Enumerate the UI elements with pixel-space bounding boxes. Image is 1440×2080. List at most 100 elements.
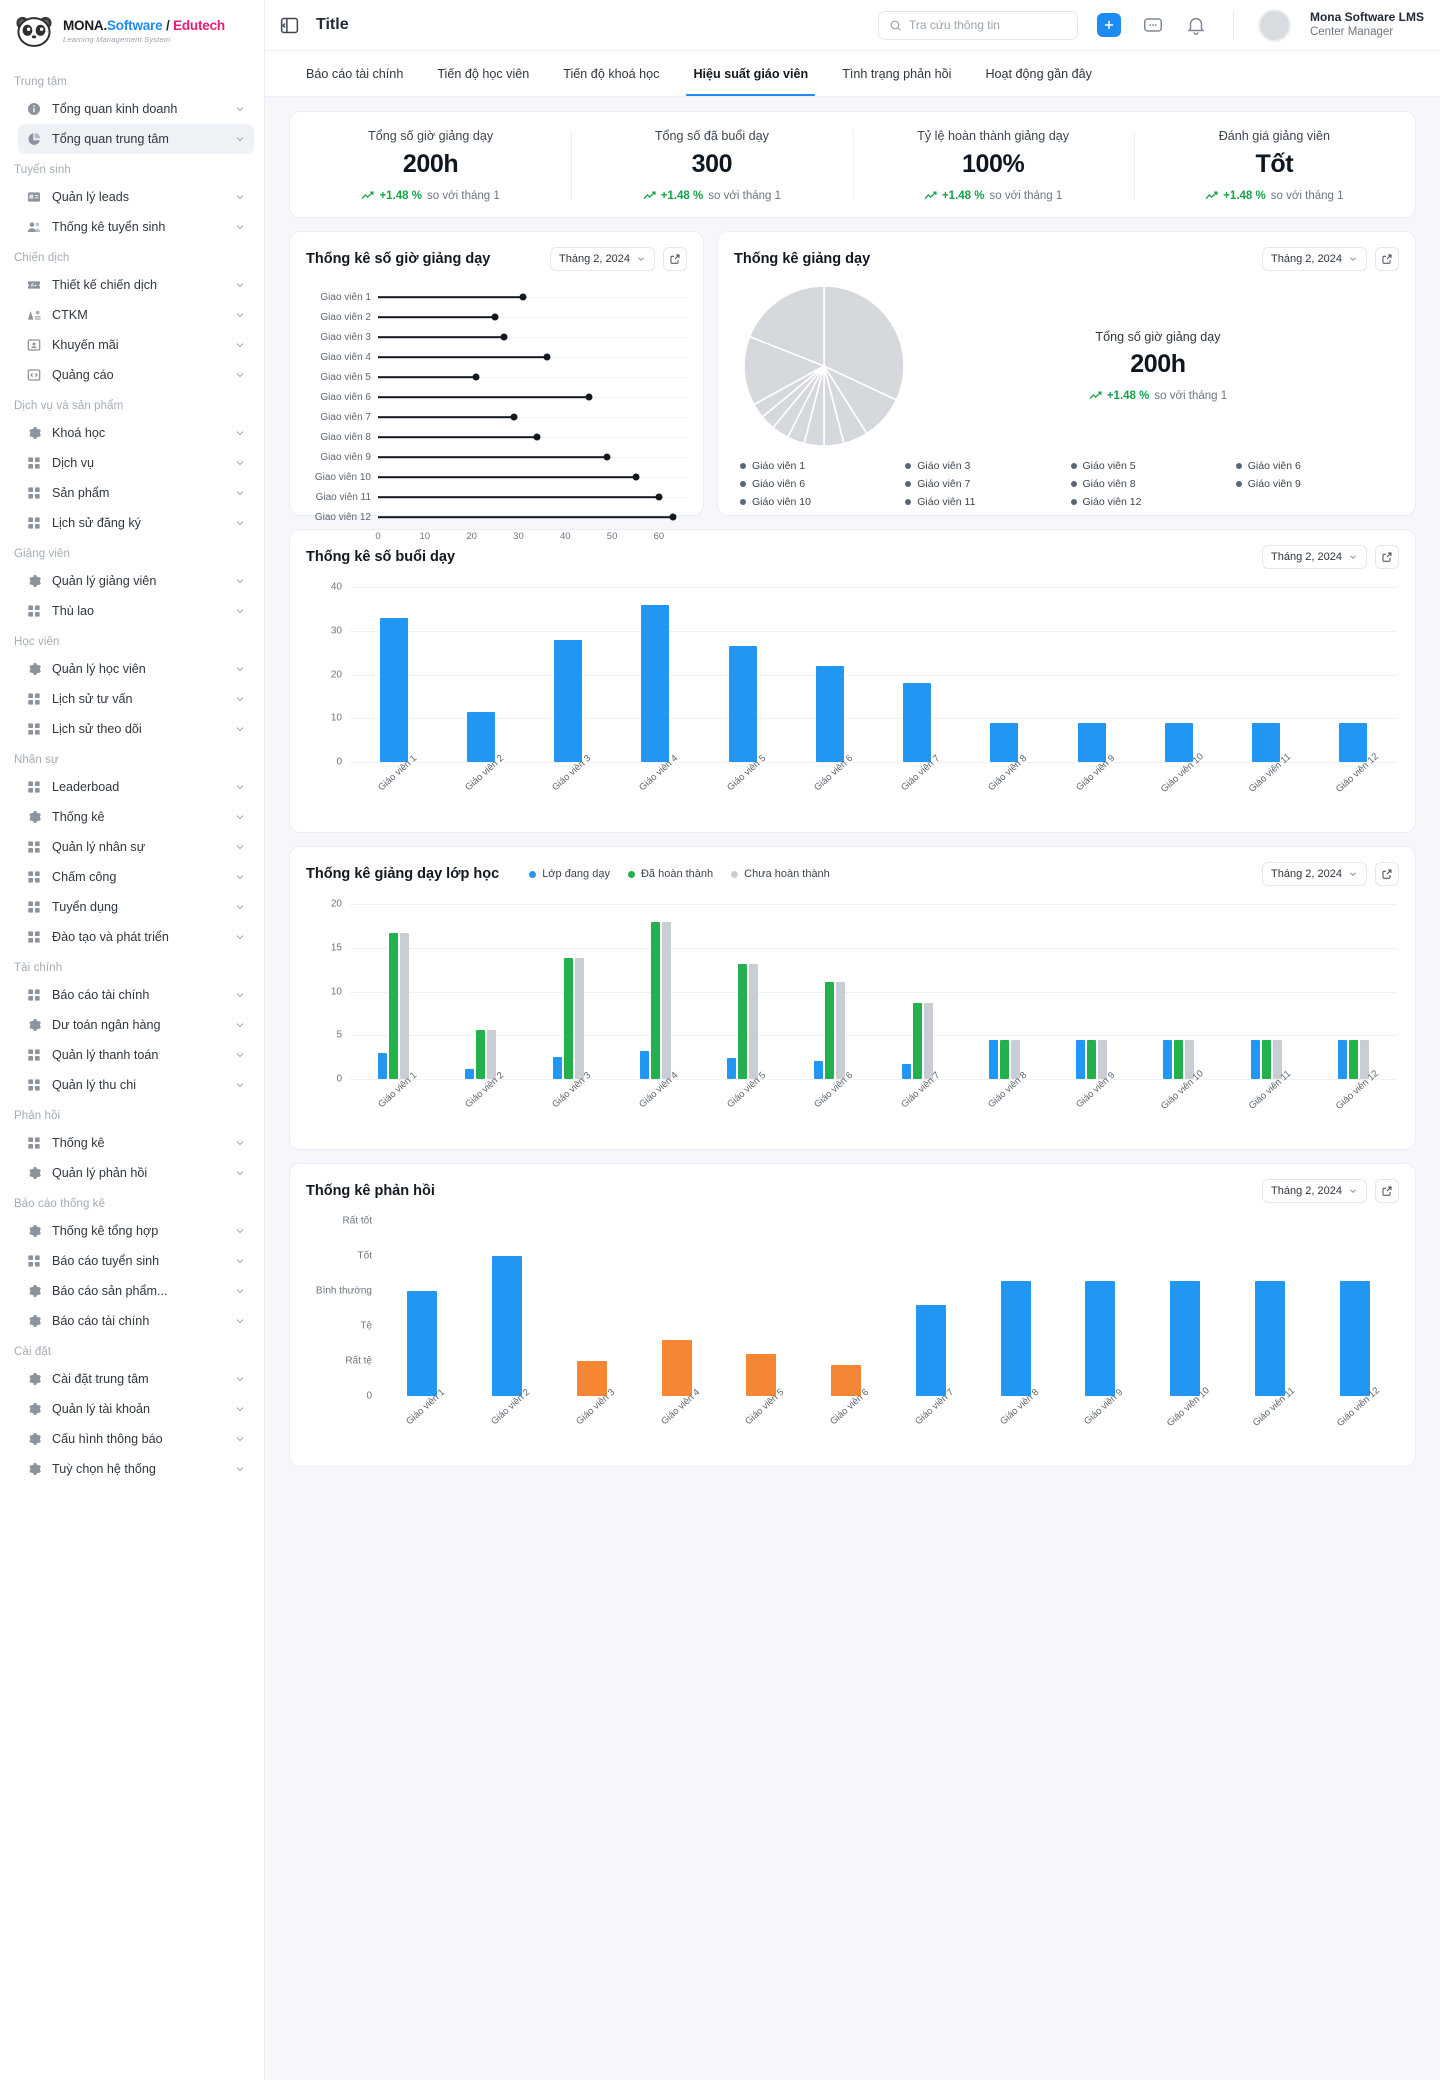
chevron-down-icon[interactable] <box>234 575 246 587</box>
month-selector-sessions[interactable]: Tháng 2, 2024 <box>1262 545 1367 569</box>
export-button-pie[interactable] <box>1375 247 1399 271</box>
bar[interactable] <box>661 1340 692 1396</box>
bar[interactable] <box>552 1057 562 1079</box>
user-info[interactable]: Mona Software LMS Center Manager <box>1310 9 1424 41</box>
month-selector-feedback[interactable]: Tháng 2, 2024 <box>1262 1179 1367 1203</box>
bar[interactable] <box>379 617 408 762</box>
sidebar-item-ch-m-c-ng[interactable]: Chấm công <box>18 862 254 892</box>
chevron-down-icon[interactable] <box>234 989 246 1001</box>
bar[interactable] <box>1339 1280 1370 1396</box>
tab-t-nh-tr-ng-ph-n-h-i[interactable]: Tình trạng phản hồi <box>825 51 968 96</box>
bar[interactable] <box>727 1058 737 1079</box>
collapse-sidebar-icon[interactable] <box>279 15 300 36</box>
chevron-down-icon[interactable] <box>234 781 246 793</box>
bar[interactable] <box>378 1052 388 1079</box>
sidebar-item-th-ng-k-tuy-n-sinh[interactable]: Thống kê tuyển sinh <box>18 212 254 242</box>
tab-b-o-c-o-t-i-ch-nh[interactable]: Báo cáo tài chính <box>289 51 420 96</box>
chevron-down-icon[interactable] <box>234 1315 246 1327</box>
sidebar-item-t-ng-quan-trung-t-m[interactable]: Tổng quan trung tâm <box>18 124 254 154</box>
messages-button[interactable] <box>1142 14 1164 36</box>
sidebar-item-thi-t-k-chi-n-d-ch[interactable]: A+ Thiết kế chiến dịch <box>18 270 254 300</box>
bar[interactable] <box>1261 1039 1271 1079</box>
bar[interactable] <box>389 932 399 1079</box>
tab-ti-n-h-c-vi-n[interactable]: Tiến độ học viên <box>420 51 546 96</box>
bar[interactable] <box>825 981 835 1079</box>
pie-legend-item[interactable]: Giáo viên 3 <box>905 460 1066 472</box>
bar[interactable] <box>554 639 583 762</box>
bar[interactable] <box>1254 1280 1285 1396</box>
export-button-hours[interactable] <box>663 247 687 271</box>
bar[interactable] <box>814 1060 824 1079</box>
export-button-feedback[interactable] <box>1375 1179 1399 1203</box>
sidebar-item-kho-h-c[interactable]: Khoá học <box>18 418 254 448</box>
sidebar-item-b-o-c-o-tuy-n-sinh[interactable]: Báo cáo tuyển sinh <box>18 1246 254 1276</box>
bar[interactable] <box>639 1051 649 1079</box>
chevron-down-icon[interactable] <box>234 339 246 351</box>
chevron-down-icon[interactable] <box>234 871 246 883</box>
bar[interactable] <box>1174 1039 1184 1079</box>
bar[interactable] <box>465 1068 475 1079</box>
bar[interactable] <box>1348 1039 1358 1079</box>
chevron-down-icon[interactable] <box>234 1463 246 1475</box>
chevron-down-icon[interactable] <box>234 1373 246 1385</box>
bar[interactable] <box>1087 1039 1097 1079</box>
chevron-down-icon[interactable] <box>234 931 246 943</box>
bar[interactable] <box>1085 1280 1116 1396</box>
bar[interactable] <box>574 958 584 1079</box>
bar[interactable] <box>923 1002 933 1079</box>
bar[interactable] <box>999 1039 1009 1079</box>
bar[interactable] <box>650 921 660 1079</box>
pie-legend-item[interactable]: Giáo viên 8 <box>1070 478 1232 490</box>
sidebar-item-l-ch-s-t-v-n[interactable]: Lịch sử tư vấn <box>18 684 254 714</box>
export-button-class[interactable] <box>1375 862 1399 886</box>
brand-logo[interactable]: MONA.Software / Edutech Learning Managem… <box>0 0 264 60</box>
bar[interactable] <box>407 1291 438 1396</box>
chevron-down-icon[interactable] <box>234 663 246 675</box>
sidebar-item-ctkm[interactable]: CTKM <box>18 300 254 330</box>
bar[interactable] <box>1252 722 1281 762</box>
chevron-down-icon[interactable] <box>234 221 246 233</box>
bar[interactable] <box>1163 1039 1173 1079</box>
bar[interactable] <box>915 1305 946 1396</box>
sidebar-item-khuy-n-m-i[interactable]: Khuyến mãi <box>18 330 254 360</box>
bar[interactable] <box>912 1002 922 1079</box>
avatar[interactable] <box>1257 8 1291 42</box>
sidebar-item-b-o-c-o-t-i-ch-nh[interactable]: Báo cáo tài chính <box>18 1306 254 1336</box>
month-selector-hours[interactable]: Tháng 2, 2024 <box>550 247 655 271</box>
chevron-down-icon[interactable] <box>234 901 246 913</box>
pie-legend-item[interactable]: Giáo viên 11 <box>905 496 1066 508</box>
chevron-down-icon[interactable] <box>234 723 246 735</box>
sidebar-item-o-t-o-v-ph-t-tri-n[interactable]: Đào tạo và phát triển <box>18 922 254 952</box>
bar[interactable] <box>746 1354 777 1396</box>
chevron-down-icon[interactable] <box>234 811 246 823</box>
bar[interactable] <box>901 1064 911 1079</box>
chevron-down-icon[interactable] <box>234 693 246 705</box>
sidebar-item-qu-n-l-ph-n-h-i[interactable]: Quản lý phản hồi <box>18 1158 254 1188</box>
pie-legend-item[interactable]: Giáo viên 5 <box>1070 460 1232 472</box>
chevron-down-icon[interactable] <box>234 133 246 145</box>
chevron-down-icon[interactable] <box>234 1225 246 1237</box>
bar[interactable] <box>903 683 932 762</box>
sidebar-item-t-ng-quan-kinh-doanh[interactable]: Tổng quan kinh doanh <box>18 94 254 124</box>
bar[interactable] <box>1170 1280 1201 1396</box>
chevron-down-icon[interactable] <box>234 457 246 469</box>
sidebar-item-th-lao[interactable]: Thù lao <box>18 596 254 626</box>
pie-legend-item[interactable]: Giáo viên 6 <box>740 478 901 490</box>
legend-item[interactable]: Đã hoàn thành <box>627 868 713 880</box>
sidebar-item-d-ch-v[interactable]: Dịch vụ <box>18 448 254 478</box>
bar[interactable] <box>988 1039 998 1079</box>
sidebar-item-th-ng-k-t-ng-h-p[interactable]: Thống kê tổng hợp <box>18 1216 254 1246</box>
bar[interactable] <box>831 1364 862 1396</box>
bar[interactable] <box>738 964 748 1079</box>
legend-item[interactable]: Lớp đang dạy <box>529 868 610 880</box>
bar[interactable] <box>641 604 670 762</box>
search-input[interactable] <box>908 18 1067 32</box>
chevron-down-icon[interactable] <box>234 1255 246 1267</box>
bar[interactable] <box>815 665 844 762</box>
tab-ti-n-kho-h-c[interactable]: Tiến độ khoá học <box>546 51 676 96</box>
add-button[interactable] <box>1096 13 1121 37</box>
legend-item[interactable]: Chưa hoàn thành <box>731 868 830 880</box>
chevron-down-icon[interactable] <box>234 605 246 617</box>
chevron-down-icon[interactable] <box>234 487 246 499</box>
bar[interactable] <box>990 722 1019 762</box>
